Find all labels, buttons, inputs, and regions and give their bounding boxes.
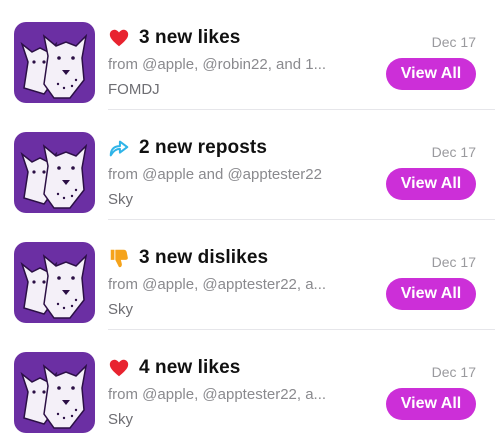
notification-from: from @apple, @apptester22, a... (108, 276, 327, 293)
view-all-button[interactable]: View All (386, 388, 476, 420)
notification-subtitle: Sky (108, 301, 134, 318)
notification-from: from @apple, @apptester22, a... (108, 386, 327, 403)
notification-title: 2 new reposts (108, 135, 267, 161)
notification-date: Dec 17 (431, 364, 476, 380)
notification-subtitle: FOMDJ (108, 81, 160, 98)
notification-date: Dec 17 (431, 34, 476, 50)
notification-from: from @apple and @apptester22 (108, 166, 322, 183)
view-all-button[interactable]: View All (386, 278, 476, 310)
notification-title: 3 new dislikes (108, 245, 268, 271)
hyena-avatar (14, 132, 95, 213)
heart-icon (108, 357, 130, 379)
notification-date: Dec 17 (431, 144, 476, 160)
notification-item[interactable]: 3 new likes from @apple, @robin22, and 1… (0, 0, 495, 110)
thumbs-down-icon (108, 247, 130, 269)
notification-date: Dec 17 (431, 254, 476, 270)
repost-icon (108, 137, 130, 159)
hyena-avatar (14, 22, 95, 103)
notification-from: from @apple, @robin22, and 1... (108, 56, 327, 73)
notification-item[interactable]: 4 new likes from @apple, @apptester22, a… (0, 330, 495, 440)
notification-title-text: 3 new dislikes (139, 247, 269, 268)
view-all-button[interactable]: View All (386, 58, 476, 90)
notification-title-text: 4 new likes (139, 357, 241, 378)
notification-title: 3 new likes (108, 25, 240, 51)
hyena-avatar (14, 242, 95, 323)
notification-title-text: 3 new likes (139, 27, 241, 48)
view-all-button[interactable]: View All (386, 168, 476, 200)
heart-icon (108, 27, 130, 49)
notification-title-text: 2 new reposts (139, 137, 268, 158)
hyena-avatar (14, 352, 95, 433)
notification-title: 4 new likes (108, 355, 240, 381)
notification-subtitle: Sky (108, 191, 134, 208)
notification-item[interactable]: 2 new reposts from @apple and @apptester… (0, 110, 495, 220)
notification-subtitle: Sky (108, 411, 134, 428)
notification-item[interactable]: 3 new dislikes from @apple, @apptester22… (0, 220, 495, 330)
